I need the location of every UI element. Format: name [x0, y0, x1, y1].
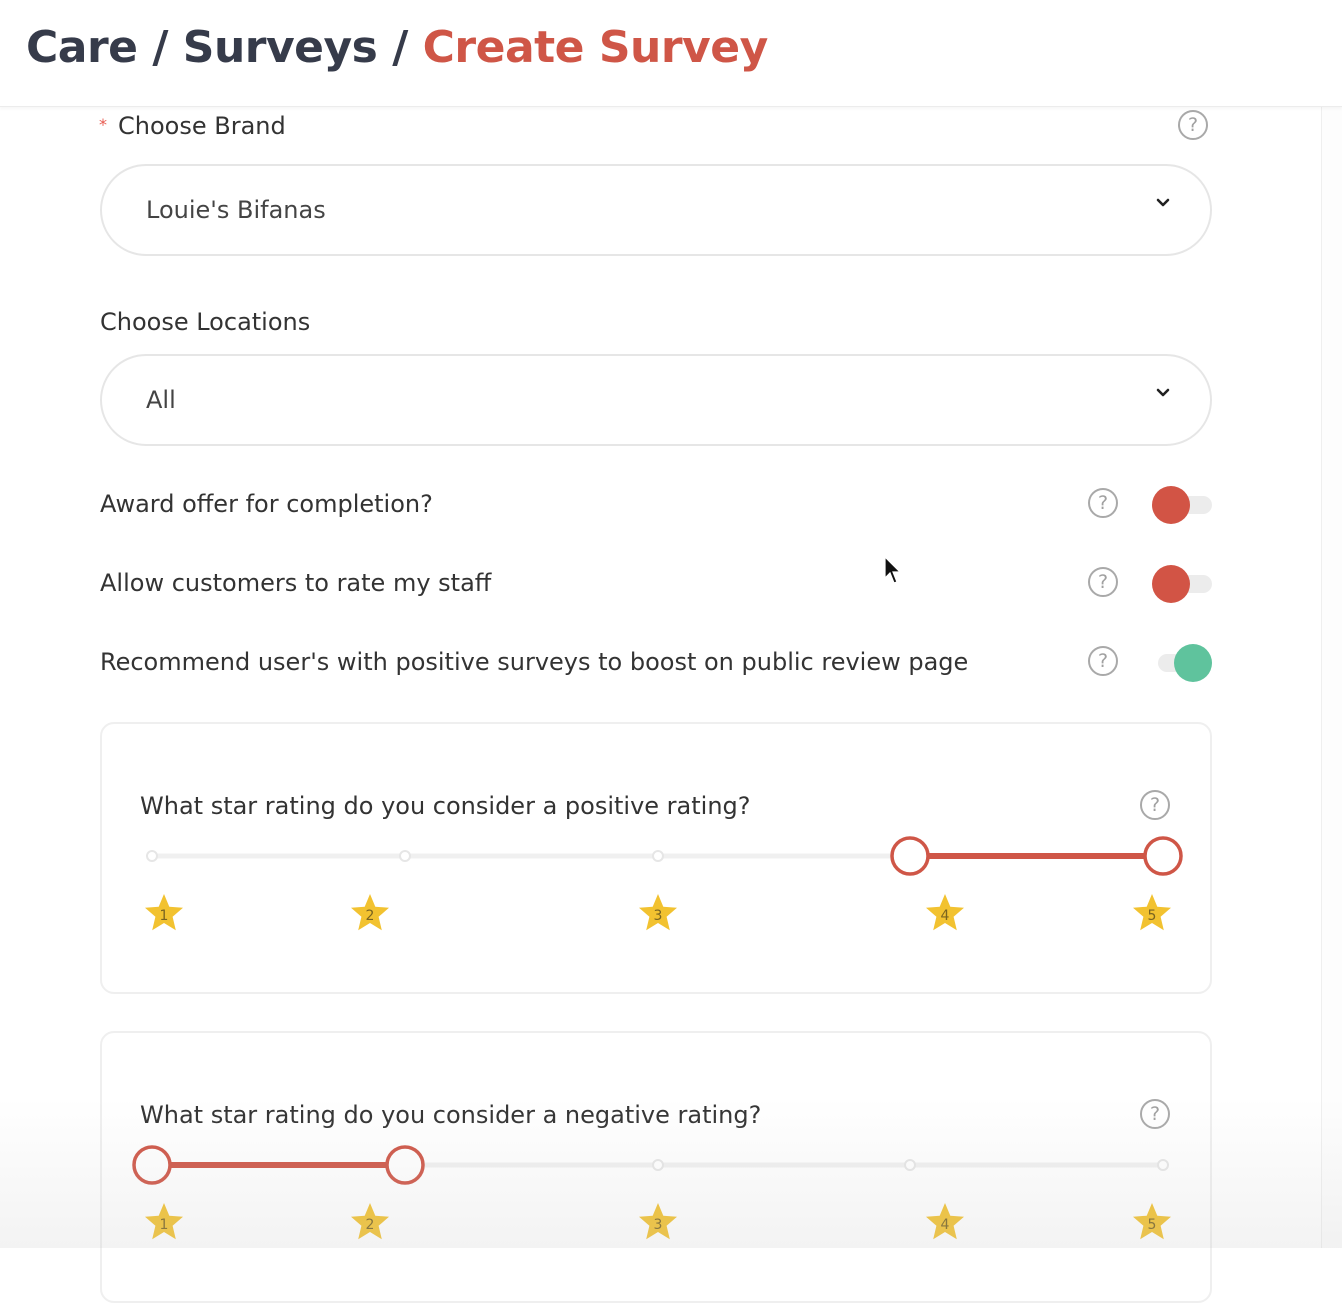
toggle-knob [1152, 565, 1190, 603]
award-offer-help-icon[interactable]: ? [1088, 488, 1118, 518]
positive-rating-help-icon[interactable]: ? [1140, 790, 1170, 820]
page-header: Care / Surveys / Create Survey [0, 0, 1342, 107]
negative-rating-slider-graphic[interactable]: 1 2 3 4 5 [102, 1033, 1214, 1303]
negative-rating-star-label: 2 [366, 1217, 375, 1233]
positive-rating-star-label: 4 [941, 908, 950, 924]
positive-rating-stop-4[interactable] [904, 850, 916, 862]
positive-rating-star-1-icon[interactable]: 1 [145, 894, 183, 931]
star-icon [145, 894, 183, 931]
toggle-knob [1152, 486, 1190, 524]
negative-rating-star-1-icon[interactable]: 1 [145, 1203, 183, 1240]
star-icon [926, 894, 964, 931]
locations-select[interactable]: All [100, 354, 1212, 446]
positive-rating-star-label: 2 [366, 908, 375, 924]
award-offer-toggle[interactable] [1152, 486, 1214, 526]
positive-rating-question: What star rating do you consider a posit… [140, 792, 751, 820]
rate-staff-label: Allow customers to rate my staff [100, 569, 492, 597]
negative-rating-stop-5[interactable] [1157, 1159, 1169, 1171]
breadcrumb-surveys[interactable]: Surveys [183, 22, 378, 73]
positive-rating-stop-1[interactable] [146, 850, 158, 862]
toggle-knob [1174, 644, 1212, 682]
recommend-help-icon[interactable]: ? [1088, 646, 1118, 676]
negative-rating-star-4-icon[interactable]: 4 [926, 1203, 964, 1240]
positive-rating-stop-5[interactable] [1157, 850, 1169, 862]
positive-rating-star-5-icon[interactable]: 5 [1133, 894, 1171, 931]
negative-rating-star-5-icon[interactable]: 5 [1133, 1203, 1171, 1240]
breadcrumb-care[interactable]: Care [26, 22, 138, 73]
award-offer-label: Award offer for completion? [100, 490, 433, 518]
negative-rating-min-handle[interactable] [132, 1145, 172, 1185]
negative-rating-star-label: 3 [654, 1217, 663, 1233]
negative-rating-stop-4[interactable] [904, 1159, 916, 1171]
negative-rating-question: What star rating do you consider a negat… [140, 1101, 762, 1129]
negative-rating-stop-1[interactable] [146, 1159, 158, 1171]
star-icon [1133, 1203, 1171, 1240]
locations-select-value: All [146, 386, 176, 414]
brand-select-value: Louie's Bifanas [146, 196, 326, 224]
breadcrumb-separator: / [152, 22, 168, 73]
positive-rating-slider[interactable]: 1 2 3 4 5 [102, 724, 1214, 994]
star-icon [639, 1203, 677, 1240]
star-icon [926, 1203, 964, 1240]
brand-help-icon[interactable]: ? [1178, 110, 1208, 140]
star-icon [639, 894, 677, 931]
negative-rating-star-2-icon[interactable]: 2 [351, 1203, 389, 1240]
positive-rating-star-4-icon[interactable]: 4 [926, 894, 964, 931]
star-icon [145, 1203, 183, 1240]
recommend-label: Recommend user's with positive surveys t… [100, 648, 969, 676]
chevron-down-icon [1156, 388, 1170, 397]
positive-rating-slider-graphic[interactable]: 1 2 3 4 5 [102, 724, 1214, 994]
negative-rating-stop-2[interactable] [399, 1159, 411, 1171]
negative-rating-star-label: 4 [941, 1217, 950, 1233]
positive-rating-star-label: 5 [1148, 908, 1157, 924]
breadcrumb: Care / Surveys / Create Survey [26, 22, 768, 73]
positive-rating-min-handle[interactable] [890, 836, 930, 876]
required-marker: * [99, 115, 107, 134]
positive-rating-star-2-icon[interactable]: 2 [351, 894, 389, 931]
negative-rating-star-3-icon[interactable]: 3 [639, 1203, 677, 1240]
negative-rating-slider[interactable]: 1 2 3 4 5 [102, 1033, 1214, 1303]
negative-rating-max-handle[interactable] [385, 1145, 425, 1185]
negative-rating-star-label: 5 [1148, 1217, 1157, 1233]
chevron-down-icon [1156, 198, 1170, 207]
negative-rating-help-icon[interactable]: ? [1140, 1099, 1170, 1129]
negative-rating-card: What star rating do you consider a negat… [100, 1031, 1212, 1303]
positive-rating-stop-3[interactable] [652, 850, 664, 862]
star-icon [1133, 894, 1171, 931]
rate-staff-help-icon[interactable]: ? [1088, 567, 1118, 597]
positive-rating-star-label: 1 [160, 908, 169, 924]
positive-rating-card: What star rating do you consider a posit… [100, 722, 1212, 994]
positive-rating-star-3-icon[interactable]: 3 [639, 894, 677, 931]
recommend-toggle[interactable] [1152, 644, 1214, 684]
breadcrumb-separator: / [392, 22, 408, 73]
star-icon [351, 1203, 389, 1240]
mouse-cursor-icon [884, 556, 902, 584]
positive-rating-star-label: 3 [654, 908, 663, 924]
breadcrumb-create-survey: Create Survey [422, 22, 769, 73]
positive-rating-max-handle[interactable] [1143, 836, 1183, 876]
brand-label: Choose Brand [118, 112, 286, 140]
negative-rating-star-label: 1 [160, 1217, 169, 1233]
locations-label: Choose Locations [100, 308, 311, 336]
scroll-gutter [1321, 106, 1342, 1248]
negative-rating-stop-3[interactable] [652, 1159, 664, 1171]
positive-rating-stop-2[interactable] [399, 850, 411, 862]
star-icon [351, 894, 389, 931]
brand-select[interactable]: Louie's Bifanas [100, 164, 1212, 256]
rate-staff-toggle[interactable] [1152, 565, 1214, 605]
